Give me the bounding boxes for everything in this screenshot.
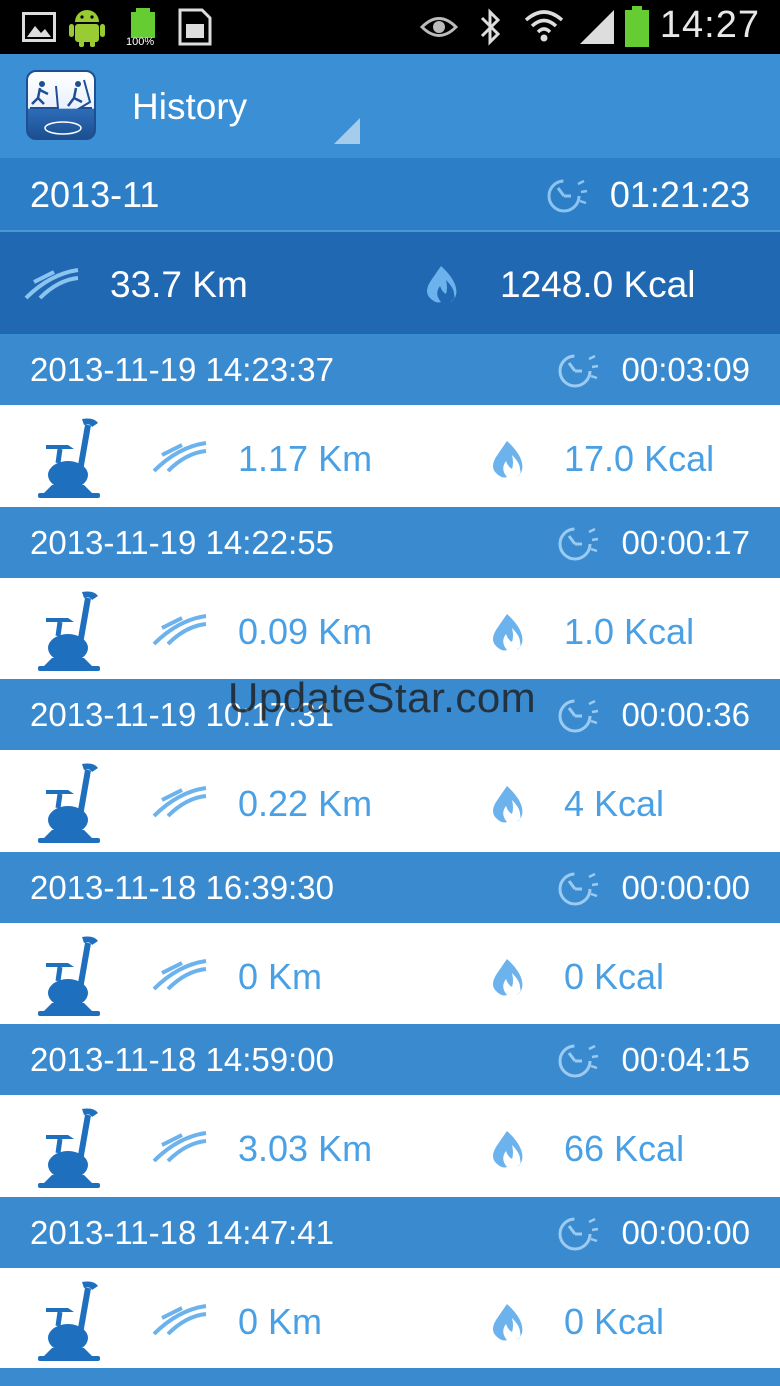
road-distance-icon [152, 959, 207, 991]
entry-header[interactable]: 2013-11-19 14:23:37 00:03:09 [0, 334, 780, 405]
entry-duration: 00:00:36 [621, 696, 750, 733]
entry-distance: 0.09 Km [238, 611, 373, 652]
stopwatch-icon [558, 1044, 599, 1078]
signal-icon [580, 10, 614, 44]
road-distance-icon [152, 1131, 207, 1163]
entry-datetime: 2013-11-18 14:47:41 [30, 1214, 334, 1251]
total-calories: 1248.0 Kcal [500, 264, 696, 305]
entry-duration: 00:03:09 [621, 351, 750, 388]
entry-header[interactable]: 2013-11-18 16:39:30 00:00:00 [0, 852, 780, 923]
month-summary-header[interactable]: 2013-11 01:21:23 [0, 158, 780, 230]
history-entry[interactable]: 2013-11-18 16:39:30 00:00:00 0 Km 0 Kcal [0, 852, 780, 1025]
exercise-bike-icon [38, 1108, 100, 1188]
flame-icon [493, 786, 523, 823]
history-entry[interactable]: 2013-11-18 14:47:41 00:00:00 0 Km 0 Kcal [0, 1197, 780, 1370]
android-icon [69, 10, 105, 47]
entry-details[interactable]: 0.09 Km 1.0 Kcal [0, 578, 780, 680]
stopwatch-icon [558, 354, 599, 388]
watermark: UpdateStar.com [228, 674, 537, 721]
stopwatch-icon [558, 699, 599, 733]
app-logo-icon[interactable] [26, 70, 96, 140]
stopwatch-icon [547, 179, 588, 213]
entry-calories: 1.0 Kcal [564, 611, 695, 652]
flame-icon [493, 441, 523, 478]
road-distance-icon [152, 1304, 207, 1336]
entry-datetime: 2013-11-18 16:39:30 [30, 869, 334, 906]
entry-header[interactable]: 2013-11-18 14:47:41 00:00:00 [0, 1197, 780, 1268]
month-label: 2013-11 [30, 174, 160, 215]
entry-details[interactable]: 1.17 Km 17.0 Kcal [0, 405, 780, 507]
entry-details[interactable]: 0 Km 0 Kcal [0, 1268, 780, 1370]
clock-time: 14:27 [659, 4, 760, 46]
flame-icon [493, 614, 523, 651]
entry-distance: 0 Km [238, 956, 323, 997]
eye-icon [420, 17, 458, 37]
entry-datetime: 2013-11-18 14:59:00 [30, 1041, 334, 1078]
history-entry[interactable]: 2013-11-19 14:22:55 00:00:17 0.09 Km 1.0… [0, 507, 780, 680]
road-distance-icon [152, 441, 207, 473]
flame-icon [493, 1131, 523, 1168]
spinner-indicator[interactable] [334, 118, 360, 144]
exercise-bike-icon [38, 591, 100, 671]
flame-icon [493, 1304, 523, 1341]
total-distance: 33.7 Km [110, 264, 248, 305]
month-total-time: 01:21:23 [609, 174, 750, 215]
action-bar: History [0, 54, 780, 158]
month-totals: 33.7 Km 1248.0 Kcal [0, 230, 780, 334]
battery-notification-icon: 100% [126, 8, 158, 48]
stopwatch-icon [558, 1217, 599, 1251]
entry-duration: 00:00:00 [621, 869, 750, 906]
next-entry-header-partial [0, 1368, 780, 1386]
road-distance-icon [24, 268, 79, 300]
history-entry[interactable]: 2013-11-18 14:59:00 00:04:15 3.03 Km 66 … [0, 1024, 780, 1197]
flame-icon [427, 266, 457, 303]
entry-details[interactable]: 0.22 Km 4 Kcal [0, 750, 780, 852]
entry-distance: 0.22 Km [238, 783, 373, 824]
entry-duration: 00:04:15 [621, 1041, 750, 1078]
entry-distance: 0 Km [238, 1301, 323, 1342]
status-bar: 100% 14:27 [0, 0, 780, 54]
stopwatch-icon [558, 527, 599, 561]
gallery-icon [22, 12, 56, 42]
entry-details[interactable]: 0 Km 0 Kcal [0, 923, 780, 1025]
entry-header[interactable]: 2013-11-19 14:22:55 00:00:17 [0, 507, 780, 578]
battery-percent-text: 100% [126, 36, 155, 48]
entry-calories: 0 Kcal [564, 1301, 665, 1342]
entry-datetime: 2013-11-19 14:22:55 [30, 524, 334, 561]
entry-distance: 1.17 Km [238, 438, 373, 479]
entry-distance: 3.03 Km [238, 1128, 373, 1169]
entry-calories: 66 Kcal [564, 1128, 685, 1169]
page-title[interactable]: History [132, 86, 247, 128]
entry-details[interactable]: 3.03 Km 66 Kcal [0, 1095, 780, 1197]
stopwatch-icon [558, 872, 599, 906]
entry-calories: 0 Kcal [564, 956, 665, 997]
battery-full-icon [625, 6, 649, 47]
entry-datetime: 2013-11-19 14:23:37 [30, 351, 334, 388]
wifi-icon [524, 10, 564, 42]
flame-icon [493, 959, 523, 996]
sim-icon [178, 8, 212, 46]
entry-duration: 00:00:00 [621, 1214, 750, 1251]
exercise-bike-icon [38, 418, 100, 498]
road-distance-icon [152, 786, 207, 818]
exercise-bike-icon [38, 936, 100, 1016]
entry-header[interactable]: 2013-11-18 14:59:00 00:04:15 [0, 1024, 780, 1095]
history-entry[interactable]: 2013-11-19 14:23:37 00:03:09 1.17 Km 17.… [0, 334, 780, 507]
bluetooth-icon [480, 8, 501, 46]
entry-calories: 17.0 Kcal [564, 438, 715, 479]
entry-duration: 00:00:17 [621, 524, 750, 561]
exercise-bike-icon [38, 1281, 100, 1361]
road-distance-icon [152, 614, 207, 646]
entry-calories: 4 Kcal [564, 783, 665, 824]
exercise-bike-icon [38, 763, 100, 843]
